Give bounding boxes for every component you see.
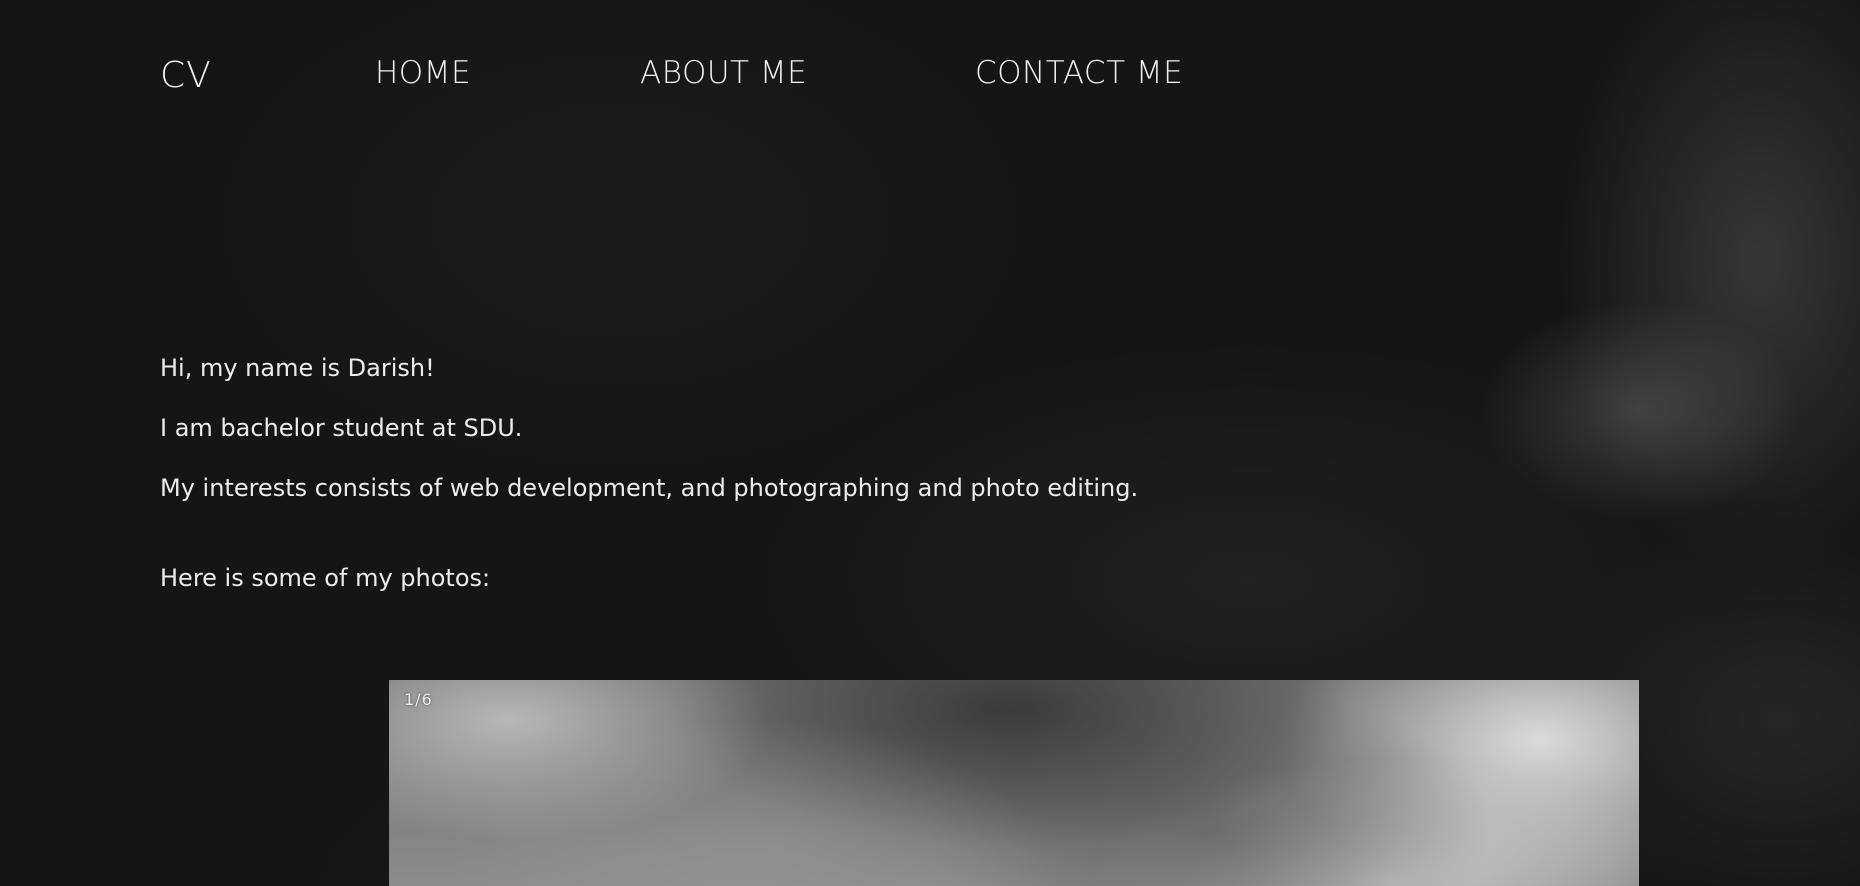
photo-slideshow[interactable]: 1/6 xyxy=(389,680,1639,886)
intro-study: I am bachelor student at SDU. xyxy=(160,414,523,442)
nav-contact-me-link[interactable]: CONTACT ME xyxy=(975,58,1183,89)
photos-heading: Here is some of my photos: xyxy=(160,564,491,592)
slide-counter: 1/6 xyxy=(404,690,433,709)
intro-interests: My interests consists of web development… xyxy=(160,474,1139,502)
intro-greeting: Hi, my name is Darish! xyxy=(160,354,435,382)
nav-home-link[interactable]: HOME xyxy=(375,58,471,89)
nav-about-me-link[interactable]: ABOUT ME xyxy=(640,58,807,89)
site-logo[interactable]: CV xyxy=(160,58,212,94)
